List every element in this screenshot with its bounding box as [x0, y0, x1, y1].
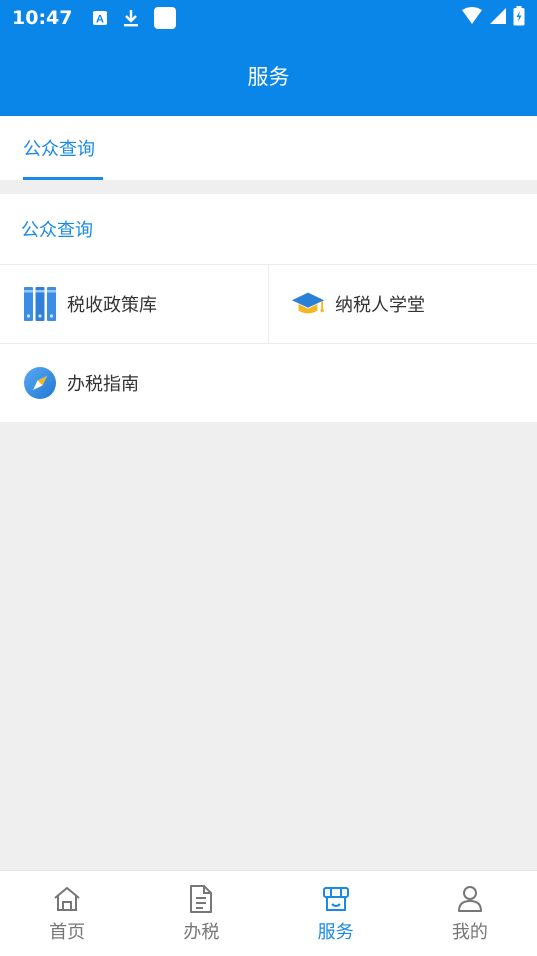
service-icon	[321, 884, 351, 914]
item-label: 办税指南	[67, 374, 139, 395]
nav-home[interactable]: 首页	[0, 871, 134, 956]
taxpayer-school-item[interactable]: 纳税人学堂	[269, 264, 537, 343]
tax-policy-library-item[interactable]: 税收政策库	[0, 264, 269, 343]
signal-icon	[489, 7, 507, 30]
books-icon	[23, 287, 57, 321]
nav-service[interactable]: 服务	[269, 871, 403, 956]
page-title: 服务	[247, 65, 290, 89]
compass-icon	[23, 366, 57, 400]
a-notification-icon: A	[92, 10, 108, 26]
status-time: 10:47	[12, 7, 73, 29]
home-icon	[52, 884, 82, 914]
tab-label: 公众查询	[23, 139, 95, 160]
item-label: 纳税人学堂	[335, 295, 425, 316]
nav-tax[interactable]: 办税	[134, 871, 268, 956]
profile-icon	[455, 884, 485, 914]
status-bar: 10:47 A	[0, 0, 537, 36]
nav-label: 我的	[451, 921, 488, 943]
nav-profile[interactable]: 我的	[403, 871, 537, 956]
wifi-icon	[461, 6, 483, 30]
download-icon	[122, 8, 140, 28]
nav-label: 服务	[317, 921, 354, 943]
app-icon	[154, 7, 177, 29]
nav-label: 办税	[183, 921, 220, 943]
bottom-nav: 首页 办税 服务 我的	[0, 870, 537, 956]
item-label: 税收政策库	[67, 295, 157, 316]
section-title: 公众查询	[21, 220, 93, 241]
tab-public-query[interactable]: 公众查询	[23, 116, 95, 180]
graduation-cap-icon	[291, 287, 325, 321]
tax-guide-item[interactable]: 办税指南	[0, 343, 537, 422]
nav-label: 首页	[49, 921, 86, 943]
document-icon	[186, 884, 216, 914]
tab-bar: 公众查询	[0, 116, 537, 180]
app-bar: 服务	[0, 36, 537, 116]
battery-icon	[513, 5, 525, 31]
svg-text:A: A	[97, 14, 105, 26]
tab-indicator	[23, 177, 103, 180]
public-query-section: 公众查询 税收政策库 纳税人学堂 办税指南	[0, 194, 537, 422]
